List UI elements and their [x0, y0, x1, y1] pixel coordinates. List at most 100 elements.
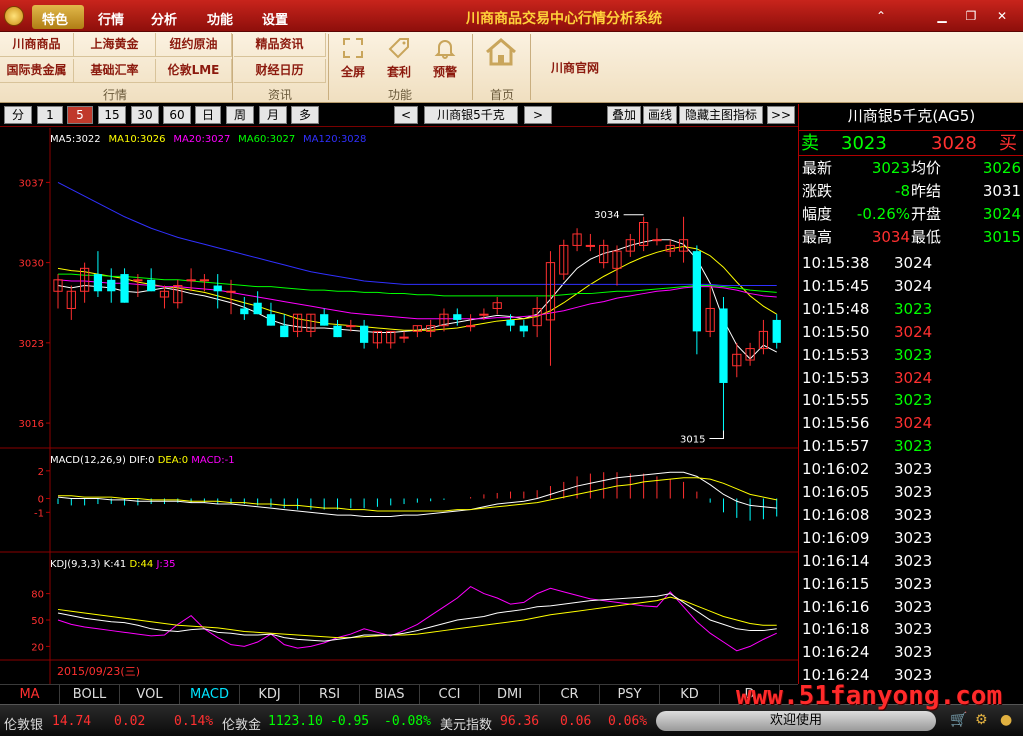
menu-item-analysis[interactable]: 分析	[151, 9, 177, 28]
next-symbol-button[interactable]: >	[524, 106, 552, 124]
menu-item-quotes[interactable]: 行情	[98, 9, 124, 28]
news-button-calendar[interactable]: 财经日历	[234, 59, 326, 83]
group-label-functions: 功能	[387, 88, 412, 102]
candle-body	[120, 274, 129, 303]
y-tick-label: 3016	[19, 419, 44, 430]
alert-button[interactable]: 预警	[424, 35, 466, 81]
indicator-tab-cr[interactable]: CR	[540, 685, 600, 705]
tick-row: 10:15:48 3023	[799, 298, 1023, 321]
menu-item-functions[interactable]: 功能	[207, 9, 233, 28]
indicator-tab-vol[interactable]: VOL	[120, 685, 180, 705]
prev-symbol-button[interactable]: <	[394, 106, 418, 124]
stats-row: 最高 3034 最低 3015	[799, 226, 1023, 249]
indicator-tab-kd[interactable]: KD	[660, 685, 720, 705]
maximize-icon[interactable]: ❐	[962, 8, 980, 24]
official-site-link[interactable]: 川商官网	[538, 59, 612, 76]
user-icon[interactable]: ●	[1000, 712, 1012, 728]
stat-value: -0.26%	[856, 205, 910, 223]
y-tick-label: 3037	[19, 178, 44, 189]
indicator-tab-rsi[interactable]: RSI	[300, 685, 360, 705]
home-button[interactable]	[478, 35, 524, 81]
draw-line-button[interactable]: 画线	[643, 106, 677, 124]
hide-main-indicator-button[interactable]: 隐藏主图指标	[679, 106, 763, 124]
dea-line	[58, 477, 777, 512]
tick-price: 3024	[894, 414, 933, 433]
bell-icon	[434, 40, 456, 59]
indicator-tab-bias[interactable]: BIAS	[360, 685, 420, 705]
period-button-15[interactable]: 15	[98, 106, 126, 124]
quote-button-lme[interactable]: 伦敦LME	[156, 59, 232, 83]
fullscreen-icon	[343, 38, 363, 58]
quote-button-ny-crude[interactable]: 纽约原油	[156, 33, 232, 57]
period-button-week[interactable]: 周	[226, 106, 254, 124]
tick-row: 10:16:09 3023	[799, 527, 1023, 550]
period-button-minute[interactable]: 分	[4, 106, 32, 124]
quote-button-chuanshang[interactable]: 川商商品	[0, 33, 74, 57]
title-bar: 特色 行情 分析 功能 设置 川商商品交易中心行情分析系统 ⌃ ▁ ❐ ✕	[0, 0, 1023, 32]
close-icon[interactable]: ✕	[993, 8, 1011, 24]
tick-price: 3023	[894, 391, 933, 410]
tick-price: 3023	[894, 551, 933, 570]
tick-price: 3023	[894, 597, 933, 616]
period-button-multi[interactable]: 多	[291, 106, 319, 124]
j-line	[57, 585, 777, 652]
minimize-icon[interactable]: ▁	[933, 8, 951, 24]
group-label-news: 资讯	[267, 88, 292, 102]
stat-value: 3015	[982, 228, 1021, 246]
fullscreen-label: 全屏	[340, 65, 365, 79]
candle-body	[93, 274, 103, 292]
tick-row: 10:16:18 3023	[799, 618, 1023, 641]
tag-icon	[388, 38, 409, 59]
period-button-month[interactable]: 月	[259, 106, 287, 124]
high-price-label: 3034	[594, 210, 619, 221]
settings-icon[interactable]: ⚙	[975, 712, 988, 728]
menu-item-featured[interactable]: 特色	[42, 9, 68, 28]
indicator-tab-ma[interactable]: MA	[0, 685, 60, 705]
period-button-day[interactable]: 日	[195, 106, 221, 124]
candle-body	[772, 319, 781, 343]
indicator-tab-boll[interactable]: BOLL	[60, 685, 120, 705]
dea-label: DEA:0	[157, 455, 192, 466]
tick-time: 10:15:38	[802, 254, 870, 272]
period-button-30[interactable]: 30	[131, 106, 159, 124]
indicator-tab-dmi[interactable]: DMI	[480, 685, 540, 705]
ticker-pct-dxy: 0.06%	[608, 714, 648, 729]
menu-item-settings[interactable]: 设置	[262, 9, 288, 28]
arbitrage-button[interactable]: 套利	[378, 35, 420, 81]
indicator-tab-psy[interactable]: PSY	[600, 685, 660, 705]
tick-price: 3023	[894, 345, 933, 364]
macd-title-label: MACD(12,26,9)	[50, 455, 130, 466]
indicator-tab-macd[interactable]: MACD	[180, 685, 240, 705]
j-label: J:35	[156, 559, 176, 570]
tick-time: 10:15:45	[802, 276, 870, 295]
indicator-tabs: MA BOLL VOL MACD KDJ RSI BIAS CCI DMI CR PSY KD D	[0, 684, 798, 705]
cart-icon[interactable]: 🛒	[950, 712, 967, 728]
news-button-premium[interactable]: 精品资讯	[234, 33, 326, 57]
tick-row: 10:16:16 3023	[799, 596, 1023, 619]
app-logo-icon	[4, 6, 24, 26]
candle-body	[107, 279, 116, 292]
period-button-1[interactable]: 1	[37, 106, 63, 124]
tick-price: 3023	[894, 574, 933, 593]
welcome-banner: 欢迎使用	[656, 711, 936, 731]
more-button[interactable]: >>	[767, 106, 795, 124]
tick-time: 10:16:24	[802, 643, 870, 662]
indicator-tab-cci[interactable]: CCI	[420, 685, 480, 705]
quote-button-fx[interactable]: 基础汇率	[74, 59, 156, 83]
symbol-selector[interactable]: 川商银5千克	[424, 106, 518, 124]
ticker-pct-silver: 0.14%	[174, 714, 214, 729]
period-button-5[interactable]: 5	[67, 106, 93, 124]
period-button-60[interactable]: 60	[163, 106, 191, 124]
candle-body	[479, 313, 489, 316]
candle-body	[266, 314, 276, 326]
candle-body	[280, 325, 289, 338]
quote-button-shanghai-gold[interactable]: 上海黄金	[74, 33, 156, 57]
restore-icon[interactable]: ⌃	[872, 8, 890, 24]
quote-button-intl-metals[interactable]: 国际贵金属	[0, 59, 74, 83]
sell-label: 卖	[801, 133, 819, 154]
indicator-tab-kdj[interactable]: KDJ	[240, 685, 300, 705]
tick-time: 10:16:14	[802, 551, 870, 570]
fullscreen-button[interactable]: 全屏	[332, 35, 374, 81]
overlay-button[interactable]: 叠加	[607, 106, 641, 124]
chart-canvas[interactable]: 30373030302330163034301520-1805020	[0, 128, 798, 684]
